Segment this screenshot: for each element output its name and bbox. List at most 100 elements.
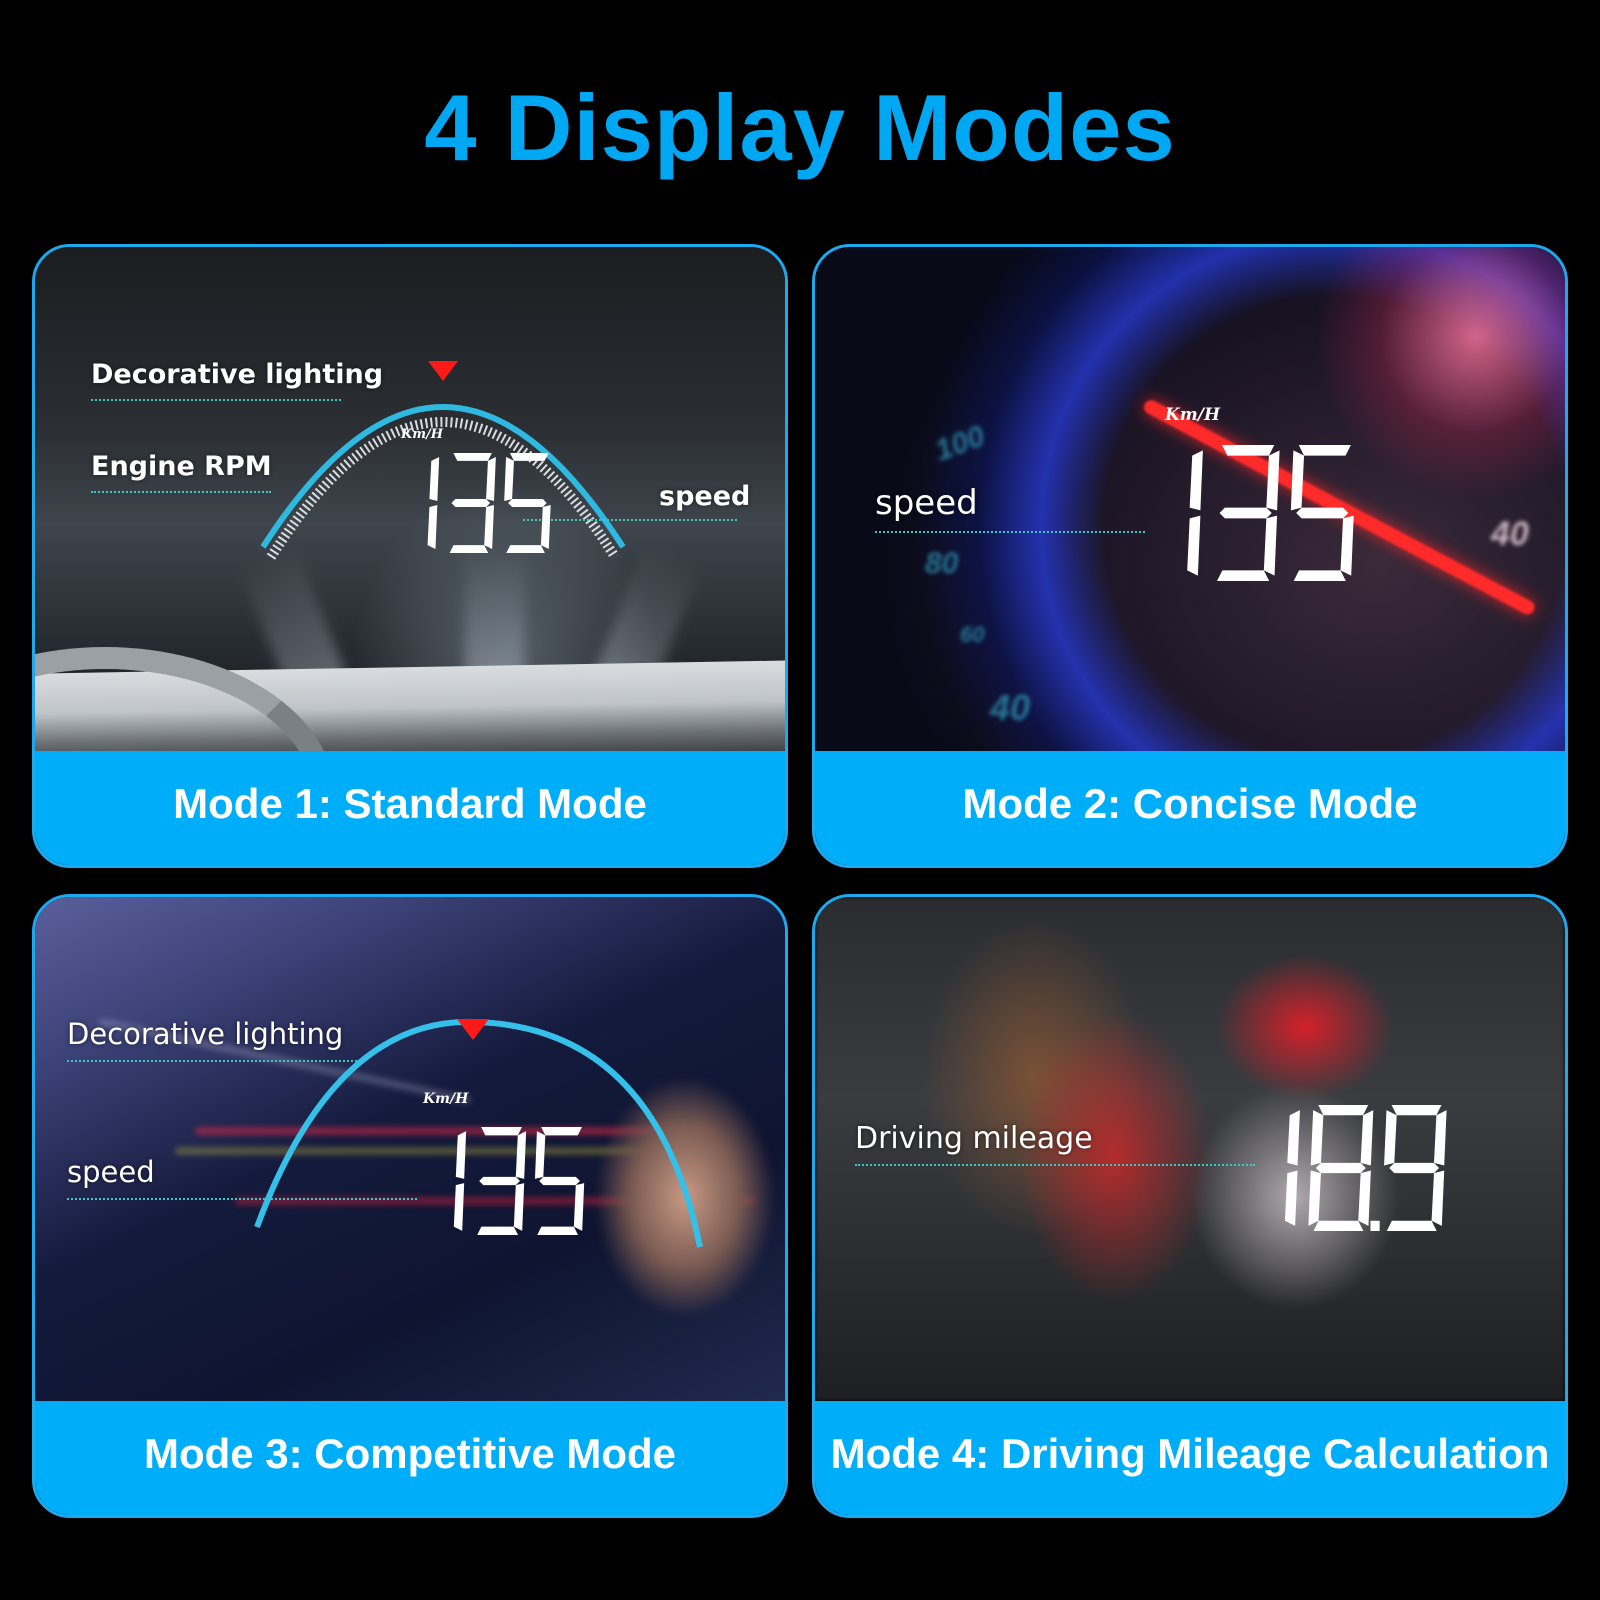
leader-line — [91, 491, 271, 493]
segment-b — [1287, 1110, 1300, 1166]
decorative-arc — [254, 1018, 703, 1248]
mode-3-scene: Decorative lighting speed Km/H 135 — [35, 897, 785, 1401]
mode-card-concise: 100 80 60 40 40 speed Km/H 135 Mode 2: C… — [812, 244, 1568, 868]
segment-d — [1313, 1220, 1364, 1231]
seven-segment-digit — [1284, 1110, 1300, 1226]
label-decorative-lighting: Decorative lighting — [67, 1017, 344, 1051]
segment-g — [1296, 507, 1349, 519]
segment-d — [449, 545, 489, 553]
seven-segment-digit — [453, 1131, 467, 1231]
segment-b — [1360, 1110, 1374, 1166]
label-decorative-lighting: Decorative lighting — [91, 359, 384, 390]
marker-triangle-icon — [428, 361, 458, 381]
segment-d — [477, 1226, 519, 1235]
seven-segment-digit — [427, 456, 440, 550]
segment-d — [1217, 570, 1270, 581]
segment-c — [573, 1183, 585, 1231]
label-engine-rpm: Engine RPM — [91, 451, 272, 482]
segment-c — [513, 1183, 525, 1231]
segment-b — [1266, 450, 1280, 511]
leader-line — [91, 399, 341, 401]
segment-a — [541, 1127, 582, 1136]
segment-c — [1431, 1170, 1445, 1226]
segment-g — [539, 1176, 580, 1186]
gauge-number: 40 — [1491, 515, 1529, 553]
segment-c — [540, 504, 551, 550]
page-title: 4 Display Modes — [424, 75, 1176, 180]
segment-a — [510, 453, 549, 461]
segment-d — [506, 545, 545, 553]
seven-segment-digit — [477, 1127, 527, 1235]
segment-b — [429, 456, 440, 502]
segment-f — [504, 456, 514, 502]
leader-line — [875, 531, 1145, 533]
mode-card-mileage: Driving mileage 18.9 Mode 4: Driving Mil… — [812, 894, 1568, 1518]
mode-caption: Mode 3: Competitive Mode — [35, 1401, 785, 1515]
marker-triangle-icon — [457, 1019, 489, 1040]
gauge-number: 100 — [930, 419, 990, 468]
segment-g — [451, 499, 491, 507]
segment-f — [1384, 1110, 1397, 1166]
segment-f — [1290, 450, 1305, 511]
label-speed: speed — [659, 481, 751, 512]
speed-readout: 135 — [1135, 445, 1365, 581]
segment-f — [534, 1131, 546, 1179]
segment-g — [1389, 1162, 1440, 1174]
speed-readout: 135 — [413, 1127, 593, 1235]
segment-f — [1310, 1110, 1324, 1166]
label-speed: speed — [67, 1155, 155, 1189]
label-driving-mileage: Driving mileage — [855, 1121, 1093, 1156]
segment-b — [1189, 450, 1203, 511]
segment-c — [484, 504, 494, 550]
speed-readout: 135 — [389, 453, 559, 553]
segment-g — [479, 1176, 520, 1186]
mode-4-overlay: Driving mileage 18.9 — [815, 897, 1565, 1401]
mode-caption: Mode 2: Concise Mode — [815, 751, 1565, 865]
mode-1-scene: Decorative lighting Engine RPM speed Km/… — [35, 247, 785, 751]
segment-c — [453, 1183, 465, 1231]
segment-b — [455, 1131, 467, 1179]
mode-2-scene: 100 80 60 40 40 speed Km/H 135 — [815, 247, 1565, 751]
mode-card-standard: Decorative lighting Engine RPM speed Km/… — [32, 244, 788, 868]
segment-c — [1187, 515, 1201, 576]
leader-line — [67, 1060, 357, 1062]
segment-g — [1219, 507, 1272, 519]
segment-a — [1391, 1105, 1442, 1116]
segment-a — [453, 453, 492, 461]
segment-d — [537, 1226, 579, 1235]
segment-a — [1222, 445, 1275, 456]
segment-c — [1358, 1170, 1371, 1226]
segment-b — [515, 1131, 527, 1179]
seven-segment-digit — [1187, 450, 1203, 576]
segment-g — [1315, 1162, 1366, 1174]
gauge-number: 60 — [960, 622, 985, 647]
decimal-point — [1370, 1220, 1380, 1231]
gauge-number: 40 — [990, 687, 1031, 728]
seven-segment-digit — [449, 453, 496, 553]
segment-c — [1340, 515, 1354, 576]
segment-a — [1298, 445, 1351, 456]
segment-g — [508, 499, 547, 507]
leader-line — [855, 1164, 1255, 1166]
mode-card-competitive: Decorative lighting speed Km/H 135 Mode … — [32, 894, 788, 1518]
unit-label: Km/H — [423, 1091, 469, 1107]
segment-e — [1308, 1170, 1321, 1226]
mode-caption: Mode 1: Standard Mode — [35, 751, 785, 865]
seven-segment-digit — [504, 453, 551, 553]
leader-line — [67, 1198, 417, 1200]
seven-segment-digit — [1308, 1105, 1374, 1231]
mode-caption: Mode 4: Driving Mileage Calculation — [815, 1401, 1565, 1515]
label-speed: speed — [875, 483, 978, 523]
segment-c — [1284, 1170, 1298, 1226]
segment-c — [427, 504, 438, 550]
gauge-number: 80 — [925, 547, 959, 580]
segment-c — [1263, 515, 1278, 576]
seven-segment-digit — [1290, 445, 1354, 581]
segment-d — [1293, 570, 1346, 581]
unit-label: Km/H — [1165, 405, 1221, 425]
segment-b — [1433, 1110, 1447, 1166]
segment-a — [481, 1127, 522, 1136]
seven-segment-digit — [1217, 445, 1280, 581]
segment-a — [1318, 1105, 1369, 1116]
mileage-readout: 18.9 — [1235, 1105, 1455, 1231]
